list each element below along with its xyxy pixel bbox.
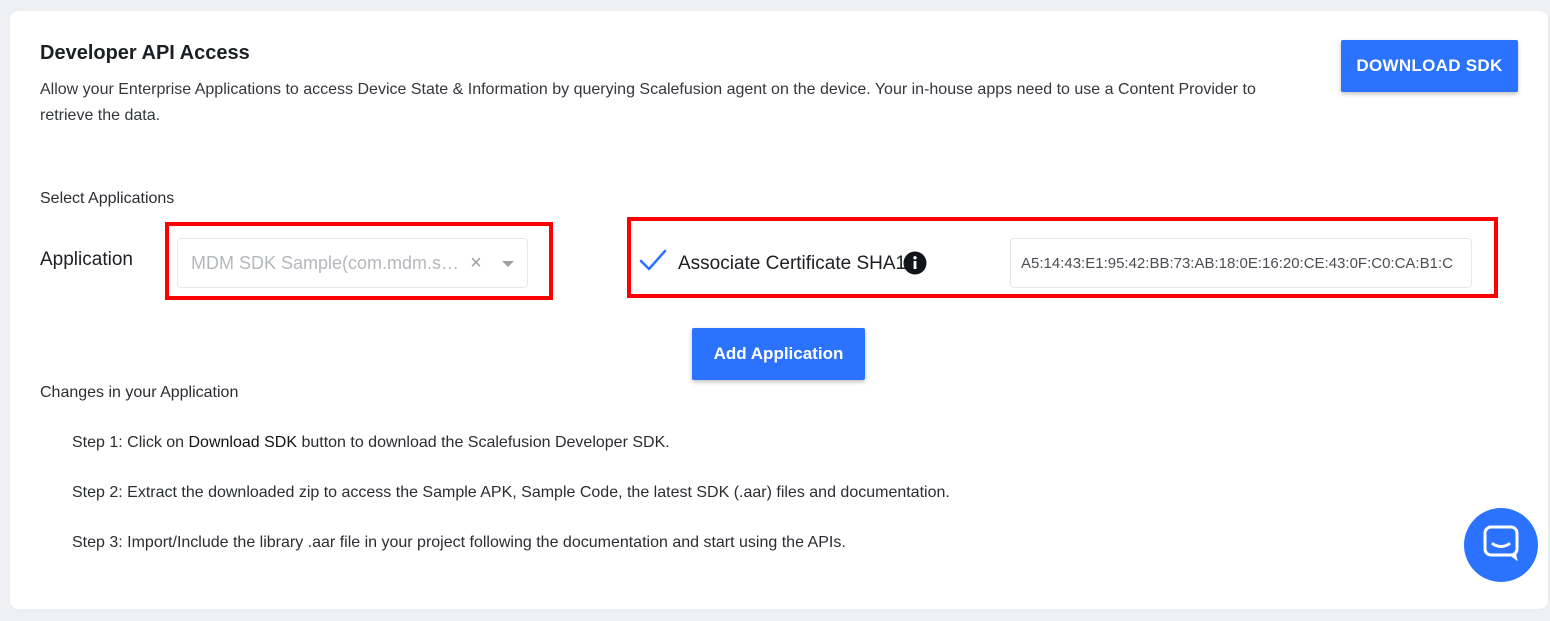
highlight-box-certificate xyxy=(627,217,1498,298)
page-title: Developer API Access xyxy=(40,42,250,64)
select-applications-label: Select Applications xyxy=(40,190,175,207)
changes-label: Changes in your Application xyxy=(40,384,239,401)
add-application-button[interactable]: Add Application xyxy=(692,328,865,380)
application-label: Application xyxy=(40,249,133,270)
step-2: Step 2: Extract the downloaded zip to ac… xyxy=(72,484,950,501)
step-3: Step 3: Import/Include the library .aar … xyxy=(72,534,846,551)
developer-api-access-card: Developer API Access Allow your Enterpri… xyxy=(10,11,1548,609)
chat-launcher-button[interactable] xyxy=(1464,508,1538,582)
page-description: Allow your Enterprise Applications to ac… xyxy=(40,81,1256,124)
download-sdk-button[interactable]: DOWNLOAD SDK xyxy=(1341,40,1518,92)
highlight-box-application xyxy=(165,222,553,300)
download-sdk-bold: Download SDK xyxy=(188,434,298,451)
step-1: Step 1: Click on Download SDK button to … xyxy=(72,434,670,451)
chat-icon xyxy=(1482,524,1520,567)
